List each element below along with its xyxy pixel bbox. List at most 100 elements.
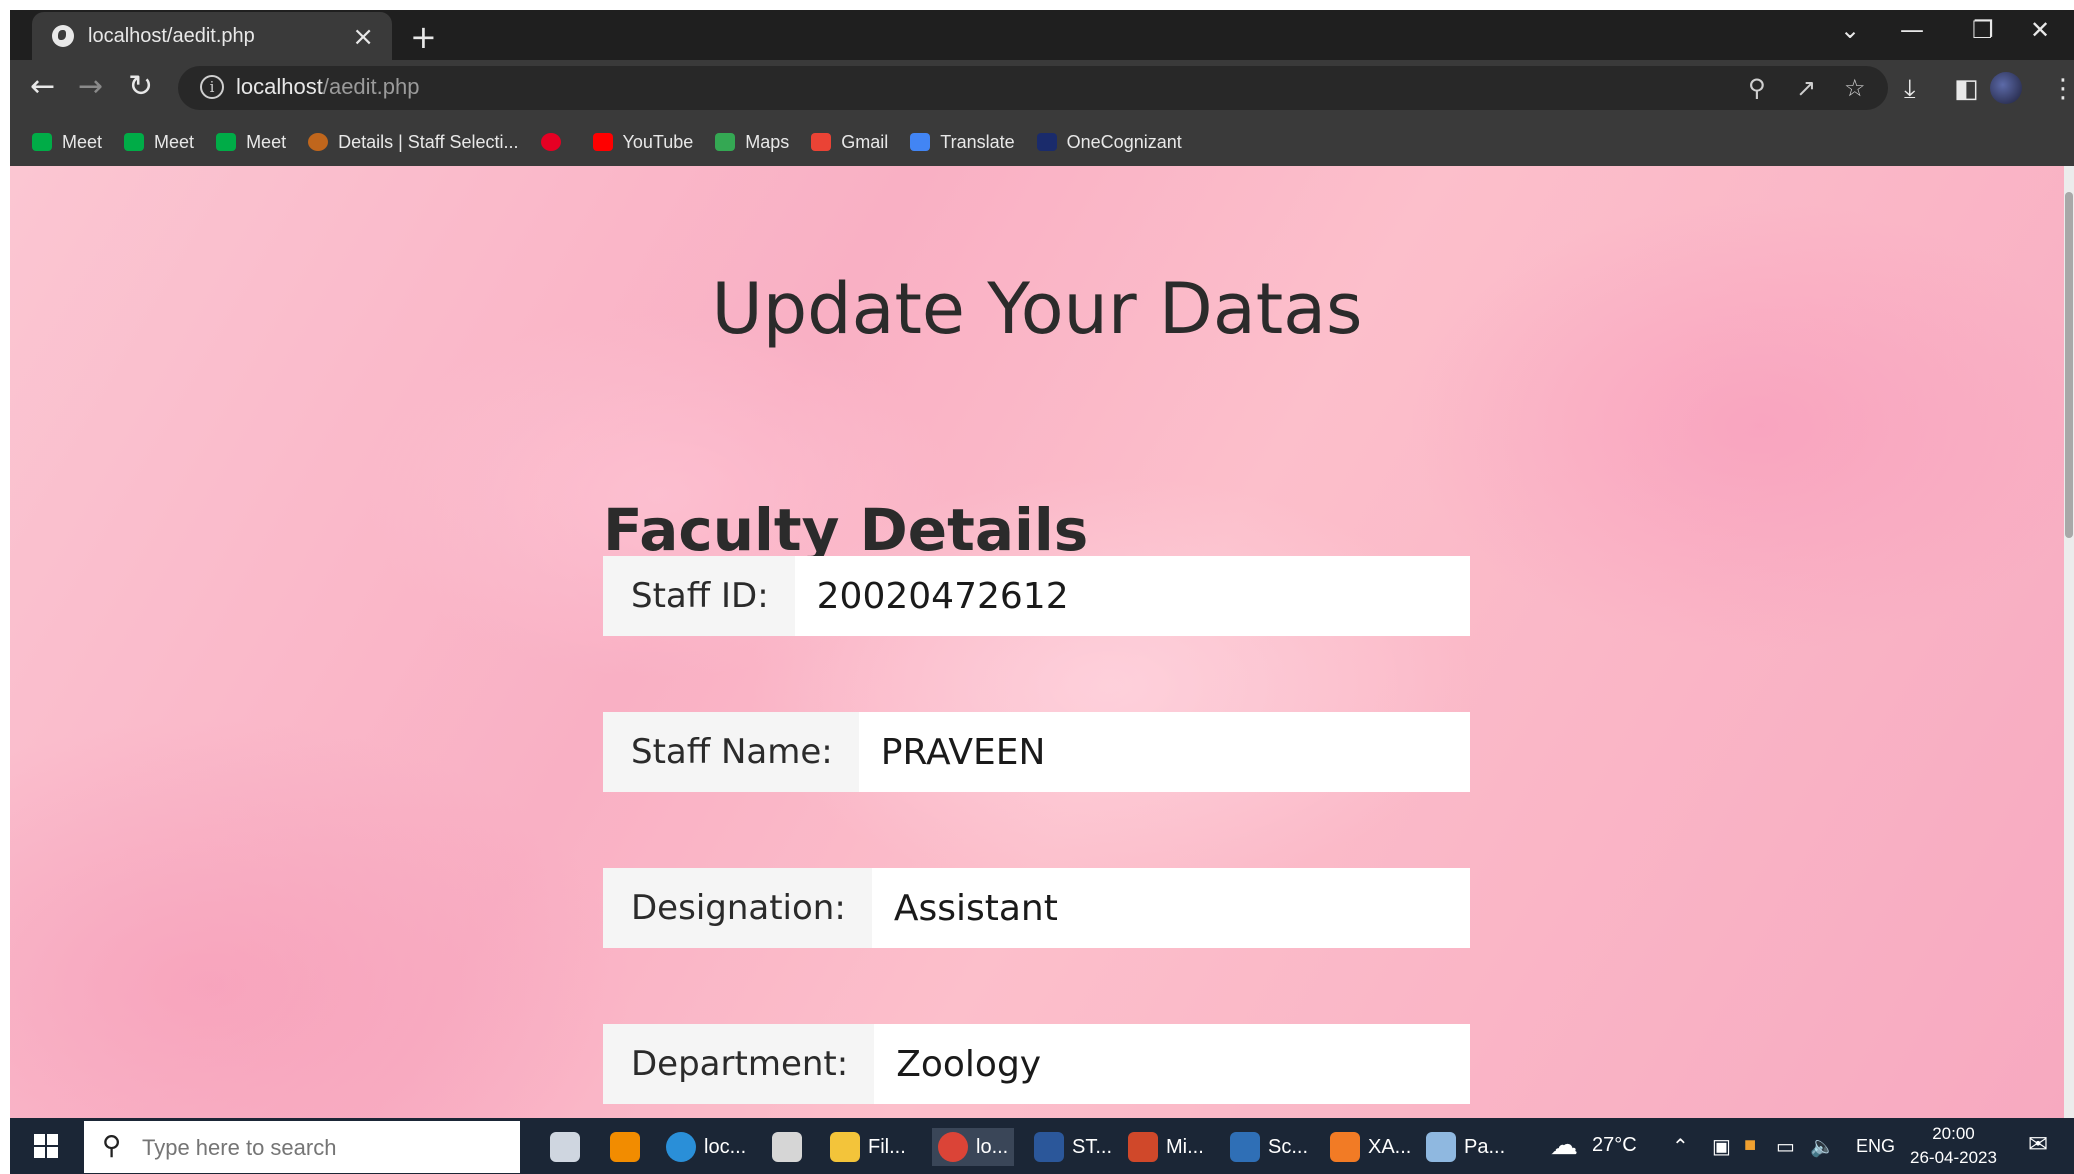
designation-input[interactable] xyxy=(871,868,1470,948)
taskbar-app[interactable]: XA... xyxy=(1330,1128,1411,1166)
scrollbar-thumb[interactable] xyxy=(2065,192,2073,538)
taskbar-app[interactable] xyxy=(610,1128,648,1166)
url-path: /aedit.php xyxy=(322,74,420,99)
site-info-icon[interactable]: i xyxy=(200,75,224,99)
gmail-icon xyxy=(811,133,832,151)
xampp-tray-icon[interactable]: ■ xyxy=(1744,1134,1756,1157)
tab-search-icon[interactable]: ⌄ xyxy=(1840,16,1860,44)
taskbar-app[interactable] xyxy=(772,1128,810,1166)
volume-muted-icon[interactable]: 🔈 xyxy=(1810,1134,1835,1159)
taskbar-app-label: loc... xyxy=(704,1135,747,1158)
word-icon xyxy=(1034,1132,1064,1162)
taskbar-app[interactable]: ST... xyxy=(1034,1128,1112,1166)
language-indicator[interactable]: ENG xyxy=(1856,1136,1895,1157)
translate-icon xyxy=(910,133,931,151)
restore-icon[interactable]: ❐ xyxy=(1972,16,1994,44)
section-title: Faculty Details xyxy=(603,496,1089,565)
taskbar-app-label: ST... xyxy=(1072,1135,1113,1158)
staff-name-input[interactable] xyxy=(858,712,1470,792)
url-text[interactable]: localhost/aedit.php xyxy=(236,74,419,100)
clock-date: 26-04-2023 xyxy=(1910,1148,1997,1167)
onecognizant-icon xyxy=(1036,133,1057,151)
taskbar-app-label: Fil... xyxy=(868,1135,906,1158)
staff-name-label: Staff Name: xyxy=(603,712,859,792)
minimize-icon[interactable]: — xyxy=(1900,16,1924,44)
bookmark-label: Details | Staff Selecti... xyxy=(338,131,519,152)
new-tab-button[interactable]: + xyxy=(410,18,437,56)
bookmark-label: Translate xyxy=(940,131,1015,152)
close-tab-icon[interactable]: × xyxy=(352,22,374,52)
url-host: localhost xyxy=(236,74,323,99)
bookmark-star-icon[interactable]: ☆ xyxy=(1844,74,1866,102)
reload-icon[interactable]: ↻ xyxy=(128,72,153,102)
bookmark-label: Gmail xyxy=(841,131,889,152)
address-bar[interactable]: i localhost/aedit.php ⚲ ↗ ☆ xyxy=(178,66,1888,110)
department-label: Department: xyxy=(603,1024,875,1104)
zoom-icon[interactable]: ⚲ xyxy=(1748,74,1766,102)
chrome-icon xyxy=(938,1132,968,1162)
tray-chevron-icon[interactable]: ⌃ xyxy=(1672,1134,1689,1159)
youtube-icon xyxy=(592,133,613,151)
download-icon[interactable]: ⤓ xyxy=(1904,74,1916,105)
globe-icon xyxy=(52,25,74,47)
toolbar: ← → ↻ i localhost/aedit.php ⚲ ↗ ☆ ⤓ ◧ ⋮ xyxy=(10,60,2074,118)
file-explorer-icon xyxy=(830,1132,860,1162)
taskbar-app[interactable]: Fil... xyxy=(830,1128,906,1166)
bookmarks-bar: Meet Meet Meet Details | Staff Selecti... Yo… xyxy=(10,118,2074,166)
profile-avatar[interactable] xyxy=(1990,72,2022,104)
bookmark-item[interactable]: Maps xyxy=(715,132,789,153)
notifications-icon[interactable]: ✉ xyxy=(2028,1130,2048,1159)
weather-icon[interactable]: ☁ xyxy=(1550,1128,1578,1161)
back-icon[interactable]: ← xyxy=(30,72,55,102)
bookmark-item[interactable]: Meet xyxy=(32,132,102,153)
bookmark-item[interactable]: Meet xyxy=(124,132,194,153)
bookmark-item[interactable]: Translate xyxy=(910,131,1015,153)
clock[interactable]: 20:00 26-04-2023 xyxy=(1910,1122,1997,1170)
staff-id-field: Staff ID: xyxy=(603,556,1470,636)
meet-icon xyxy=(32,133,52,151)
bookmark-item[interactable]: Details | Staff Selecti... xyxy=(308,131,519,153)
taskbar-app[interactable]: Sc... xyxy=(1230,1128,1308,1166)
meet-now-icon[interactable]: ▣ xyxy=(1712,1134,1731,1159)
page-viewport: Update Your Datas Faculty Details Staff … xyxy=(10,166,2064,1118)
browser-tab-strip: localhost/aedit.php × + ⌄ — ❐ ✕ xyxy=(10,10,2074,60)
bookmark-item[interactable] xyxy=(540,133,571,151)
bookmark-item[interactable]: OneCognizant xyxy=(1036,132,1182,153)
bookmark-item[interactable]: YouTube xyxy=(592,131,694,153)
taskbar-search-input[interactable] xyxy=(140,1129,514,1167)
windows-start-icon[interactable] xyxy=(34,1134,58,1158)
staff-id-input[interactable] xyxy=(794,556,1470,636)
taskbar-app-label: Mi... xyxy=(1166,1135,1204,1158)
taskbar-app[interactable]: Pa... xyxy=(1426,1128,1505,1166)
forward-icon[interactable]: → xyxy=(78,72,103,102)
search-icon: ⚲ xyxy=(102,1131,122,1161)
menu-icon[interactable]: ⋮ xyxy=(2050,74,2074,104)
close-window-icon[interactable]: ✕ xyxy=(2030,16,2050,44)
taskbar-app[interactable]: loc... xyxy=(666,1128,746,1166)
bookmark-label: Meet xyxy=(62,131,103,152)
bookmark-item[interactable]: Gmail xyxy=(811,132,888,153)
taskbar-app[interactable]: lo... xyxy=(932,1128,1015,1166)
ssc-icon xyxy=(308,133,329,151)
photos-icon xyxy=(1230,1132,1260,1162)
meet-icon xyxy=(124,133,145,151)
taskbar-search[interactable]: ⚲ xyxy=(84,1121,520,1173)
share-icon[interactable]: ↗ xyxy=(1796,74,1816,102)
bookmark-label: Meet xyxy=(246,131,287,152)
taskbar-app[interactable] xyxy=(550,1128,588,1166)
windows-taskbar: ⚲ loc... Fil... lo... ST... Mi... Sc... XA... P… xyxy=(10,1118,2074,1174)
meet-icon xyxy=(216,133,237,151)
browser-tab[interactable]: localhost/aedit.php × xyxy=(32,12,392,60)
bookmark-label: YouTube xyxy=(622,131,694,152)
maps-icon xyxy=(715,133,736,151)
weather-temp[interactable]: 27°C xyxy=(1592,1134,1637,1157)
taskbar-app-label: XA... xyxy=(1368,1135,1412,1158)
pinterest-icon xyxy=(540,133,561,151)
bookmark-item[interactable]: Meet xyxy=(216,132,286,153)
designation-field: Designation: xyxy=(603,868,1470,948)
battery-icon[interactable]: ▭ xyxy=(1776,1134,1795,1159)
department-input[interactable] xyxy=(874,1024,1470,1104)
taskbar-app-label: lo... xyxy=(976,1135,1009,1158)
taskbar-app[interactable]: Mi... xyxy=(1128,1128,1204,1166)
side-panel-icon[interactable]: ◧ xyxy=(1954,74,1979,104)
